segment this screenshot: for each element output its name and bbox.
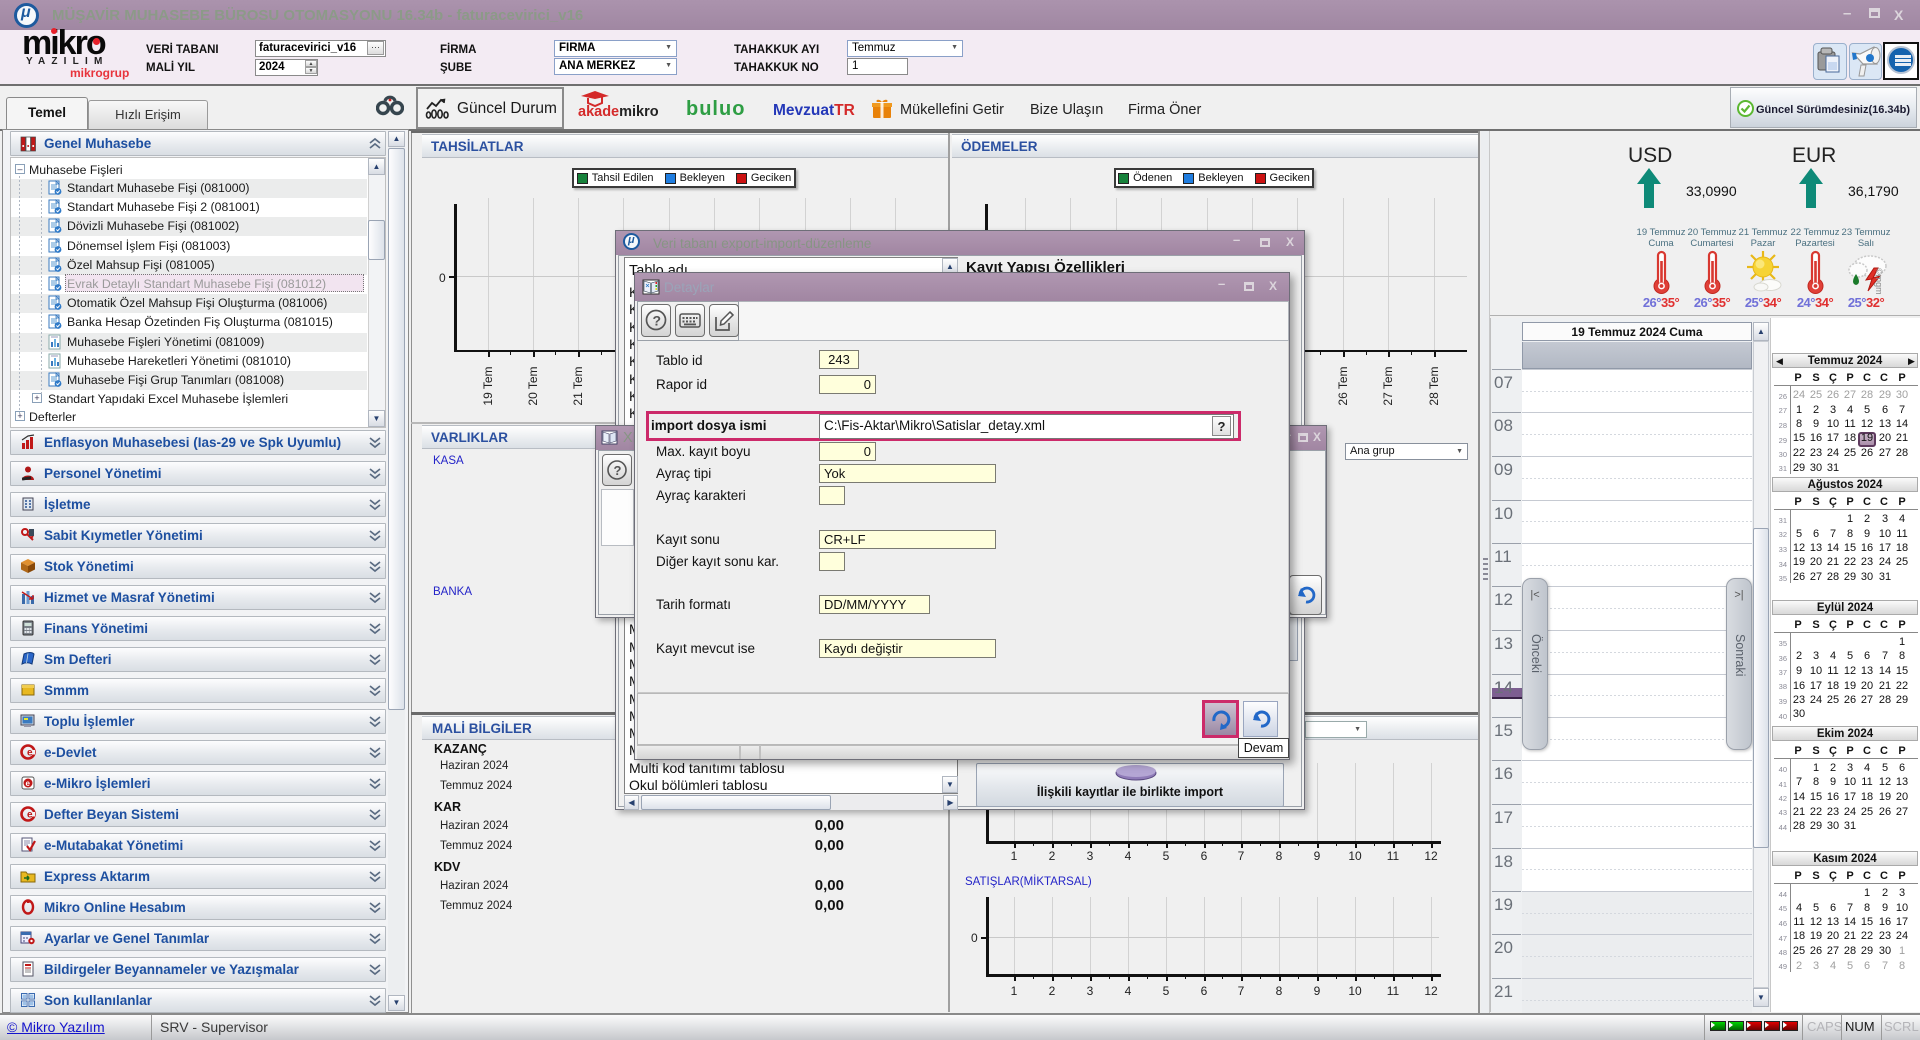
svg-text:?: ? xyxy=(653,313,662,329)
svg-text:e: e xyxy=(26,779,31,788)
svg-text:e: e xyxy=(27,748,33,759)
svg-text:?: ? xyxy=(614,463,622,478)
svg-text:e: e xyxy=(27,810,33,821)
